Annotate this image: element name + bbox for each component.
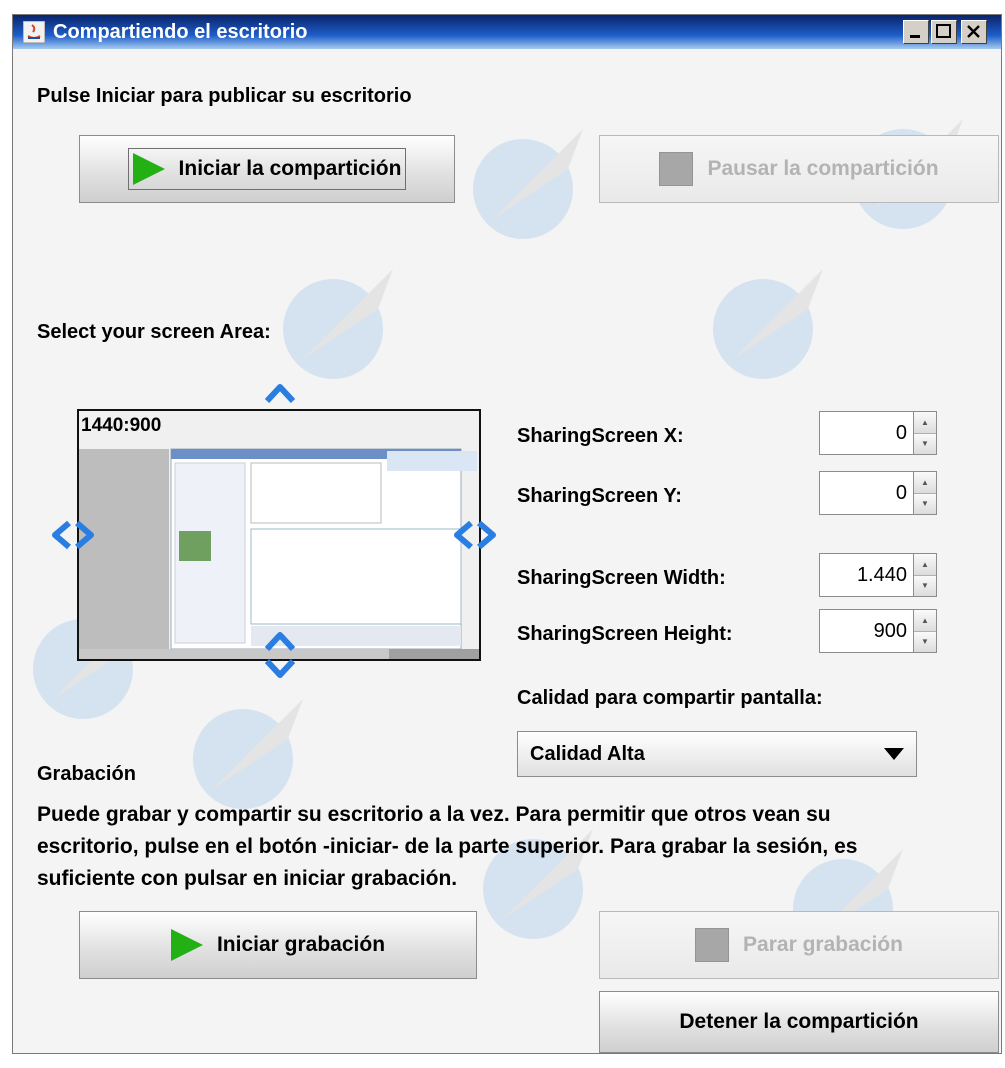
move-down-arrow-icon[interactable] bbox=[263, 657, 297, 681]
window-content: Pulse Iniciar para publicar su escritori… bbox=[13, 49, 1001, 1053]
screen-x-spinner[interactable]: 0 ▲ ▼ bbox=[819, 411, 937, 455]
minimize-button[interactable] bbox=[903, 20, 929, 44]
rocket-watermark-icon bbox=[283, 269, 393, 379]
spinner-up-icon[interactable]: ▲ bbox=[914, 554, 936, 576]
start-sharing-button[interactable]: Iniciar la compartición bbox=[79, 135, 455, 203]
spinner-up-icon[interactable]: ▲ bbox=[914, 472, 936, 494]
rocket-watermark-icon bbox=[193, 699, 303, 809]
spinner-up-icon[interactable]: ▲ bbox=[914, 412, 936, 434]
quality-select[interactable]: Calidad Alta bbox=[517, 731, 917, 777]
preview-resolution: 1440:900 bbox=[81, 415, 162, 436]
maximize-button[interactable] bbox=[931, 20, 957, 44]
move-right-arrows-icon[interactable] bbox=[451, 519, 499, 551]
minimize-icon bbox=[910, 35, 920, 38]
description-line: escritorio, pulse en el botón -iniciar- … bbox=[37, 835, 858, 858]
quality-selected-value: Calidad Alta bbox=[530, 742, 645, 765]
start-recording-label: Iniciar grabación bbox=[216, 933, 386, 956]
screen-y-label: SharingScreen Y: bbox=[517, 485, 682, 507]
play-icon bbox=[132, 153, 165, 185]
screen-height-label: SharingScreen Height: bbox=[517, 623, 733, 645]
screen-x-label: SharingScreen X: bbox=[517, 425, 684, 447]
stop-recording-button[interactable]: Parar grabación bbox=[599, 911, 999, 979]
stop-sharing-label: Detener la compartición bbox=[679, 1010, 919, 1033]
java-icon bbox=[23, 21, 45, 43]
screen-height-input[interactable]: 900 bbox=[819, 609, 913, 653]
screen-x-input[interactable]: 0 bbox=[819, 411, 913, 455]
title-bar[interactable]: Compartiendo el escritorio bbox=[13, 15, 1001, 49]
sharing-window: Compartiendo el escritorio Pulse Iniciar… bbox=[12, 14, 1002, 1054]
move-left-arrows-icon[interactable] bbox=[49, 519, 97, 551]
close-button[interactable] bbox=[961, 20, 987, 44]
desktop-thumbnail bbox=[79, 411, 479, 659]
expand-down-arrow-icon[interactable] bbox=[263, 629, 297, 653]
description-line: Puede grabar y compartir su escritorio a… bbox=[37, 803, 831, 826]
spinner-down-icon[interactable]: ▼ bbox=[914, 493, 936, 514]
recording-description: Puede grabar y compartir su escritorio a… bbox=[37, 799, 857, 895]
dropdown-arrow-icon bbox=[884, 748, 904, 760]
screen-preview[interactable]: 1440:900 bbox=[77, 409, 481, 661]
stop-sharing-button[interactable]: Detener la compartición bbox=[599, 991, 999, 1053]
recording-heading: Grabación bbox=[37, 763, 136, 785]
spinner-down-icon[interactable]: ▼ bbox=[914, 433, 936, 454]
description-line: suficiente con pulsar en iniciar grabaci… bbox=[37, 867, 458, 890]
screen-y-spinner[interactable]: 0 ▲ ▼ bbox=[819, 471, 937, 515]
spinner-down-icon[interactable]: ▼ bbox=[914, 631, 936, 652]
screen-y-input[interactable]: 0 bbox=[819, 471, 913, 515]
pause-sharing-label: Pausar la compartición bbox=[707, 157, 939, 180]
screen-width-label: SharingScreen Width: bbox=[517, 567, 726, 589]
move-up-arrow-icon[interactable] bbox=[263, 381, 297, 405]
screen-area-heading: Select your screen Area: bbox=[37, 321, 271, 343]
pause-sharing-button[interactable]: Pausar la compartición bbox=[599, 135, 999, 203]
stop-recording-label: Parar grabación bbox=[743, 933, 903, 956]
rocket-watermark-icon bbox=[473, 129, 583, 239]
publish-prompt: Pulse Iniciar para publicar su escritori… bbox=[37, 85, 412, 107]
quality-label: Calidad para compartir pantalla: bbox=[517, 687, 823, 709]
window-title: Compartiendo el escritorio bbox=[53, 21, 308, 43]
stop-icon bbox=[695, 928, 730, 962]
start-sharing-label: Iniciar la compartición bbox=[178, 157, 402, 180]
screen-height-spinner[interactable]: 900 ▲ ▼ bbox=[819, 609, 937, 653]
start-recording-button[interactable]: Iniciar grabación bbox=[79, 911, 477, 979]
play-icon bbox=[170, 929, 203, 961]
screen-width-input[interactable]: 1.440 bbox=[819, 553, 913, 597]
spinner-down-icon[interactable]: ▼ bbox=[914, 575, 936, 596]
screen-width-spinner[interactable]: 1.440 ▲ ▼ bbox=[819, 553, 937, 597]
spinner-up-icon[interactable]: ▲ bbox=[914, 610, 936, 632]
maximize-icon bbox=[936, 24, 951, 38]
stop-icon bbox=[659, 152, 694, 186]
rocket-watermark-icon bbox=[713, 269, 823, 379]
close-icon bbox=[967, 25, 980, 38]
